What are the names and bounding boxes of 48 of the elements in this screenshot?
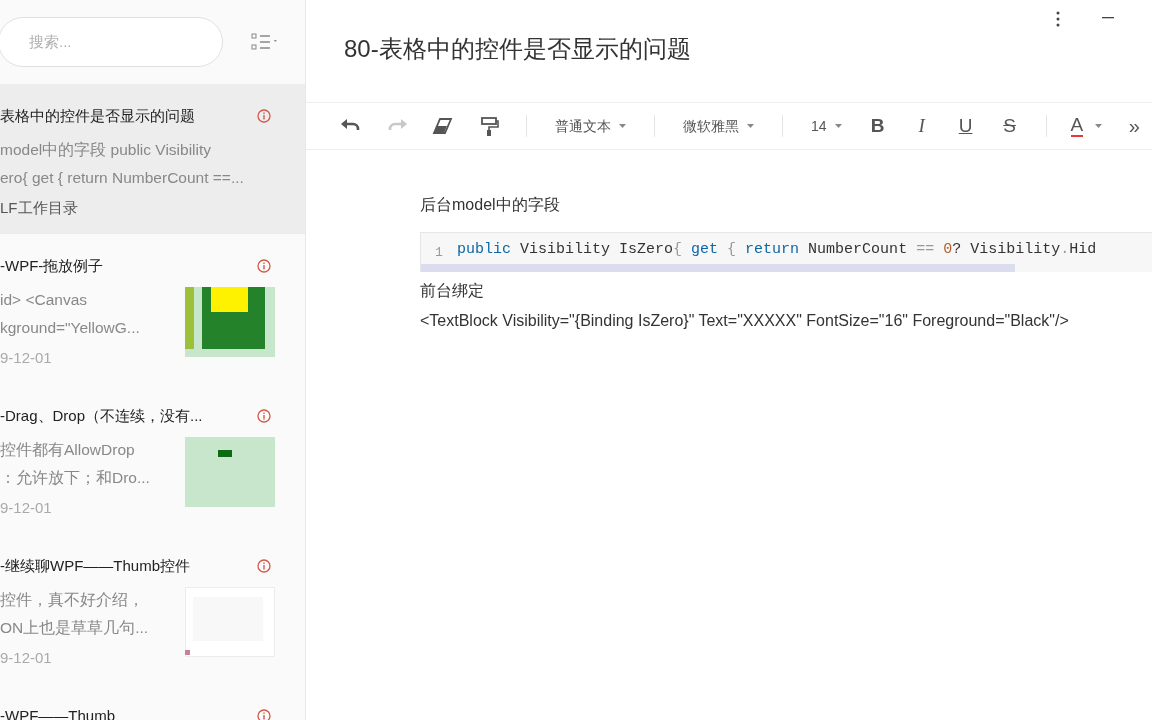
format-dropdown[interactable]: 微软雅黑 [675, 111, 762, 141]
note-title: -继续聊WPF——Thumb控件 [0, 555, 190, 576]
note-date: 9-12-01 [0, 498, 53, 518]
folder-label: LF工作目录 [0, 198, 79, 218]
note-preview: kground="YellowG... [0, 318, 140, 338]
italic-button[interactable]: I [905, 111, 938, 141]
caret-icon [619, 124, 626, 128]
format-dropdown[interactable]: 普通文本 [547, 111, 634, 141]
info-icon [257, 259, 271, 273]
note-preview: ero{ get { return NumberCount ==... [0, 168, 244, 188]
paragraph: 前台绑定 [420, 281, 485, 301]
note-title: 表格中的控件是否显示的问题 [0, 105, 195, 126]
caret-icon [747, 124, 754, 128]
note-preview: id> <Canvas [0, 290, 89, 310]
paint-roller-icon [478, 116, 500, 136]
strike-button[interactable]: S [993, 111, 1026, 141]
info-icon [257, 409, 271, 423]
eraser-icon [432, 116, 454, 136]
caret-icon [834, 124, 842, 128]
caret-icon [1095, 124, 1103, 128]
note-preview: model中的字段 public Visibility [0, 140, 213, 160]
note-preview: ON上也是草草几句... [0, 618, 149, 638]
search-field[interactable]: 搜索... [29, 30, 189, 54]
note-date: 9-12-01 [0, 648, 53, 668]
paragraph: 后台model中的字段 [420, 195, 561, 215]
format-dropdown[interactable]: 14 [803, 111, 850, 141]
note-date: 9-12-01 [0, 348, 53, 368]
note-heading: 80-表格中的控件是否显示的问题 [344, 34, 691, 64]
info-icon [257, 559, 271, 573]
note-preview: 控件，真不好介绍， [0, 590, 145, 610]
text-color-button[interactable]: A [1066, 111, 1107, 141]
note-title: -Drag、Drop（不连续，没有... [0, 405, 203, 426]
paragraph: <TextBlock Visibility="{Binding IsZero}" Text="XXXXX" FontSize="16" Foreground="Black"/> [420, 311, 1070, 331]
more-options-icon[interactable] [1056, 11, 1060, 27]
info-icon [257, 709, 271, 720]
note-item[interactable]: 表格中的控件是否显示的问题 model中的字段 public Visibility ero{ get { return NumberCount ==... LF工作目录 [0, 84, 305, 234]
more-tools-button[interactable]: » [1118, 111, 1151, 141]
line-number: 1 [434, 243, 444, 262]
search-field[interactable]: 搜索... [0, 17, 224, 67]
note-preview: ：允许放下；和Dro... [0, 468, 150, 488]
note-title: -WPF-拖放例子 [0, 255, 104, 276]
minimize-icon[interactable] [1102, 17, 1114, 19]
underline-button[interactable]: U [949, 111, 982, 141]
info-icon [257, 109, 271, 123]
bold-button[interactable]: B [861, 111, 894, 141]
note-preview: 控件都有AllowDrop [0, 440, 136, 460]
code-line: public Visibility IsZero{ get { return NumberCount == 0? Visibility.Hid [457, 240, 1097, 261]
scrollbar[interactable] [421, 264, 1015, 272]
